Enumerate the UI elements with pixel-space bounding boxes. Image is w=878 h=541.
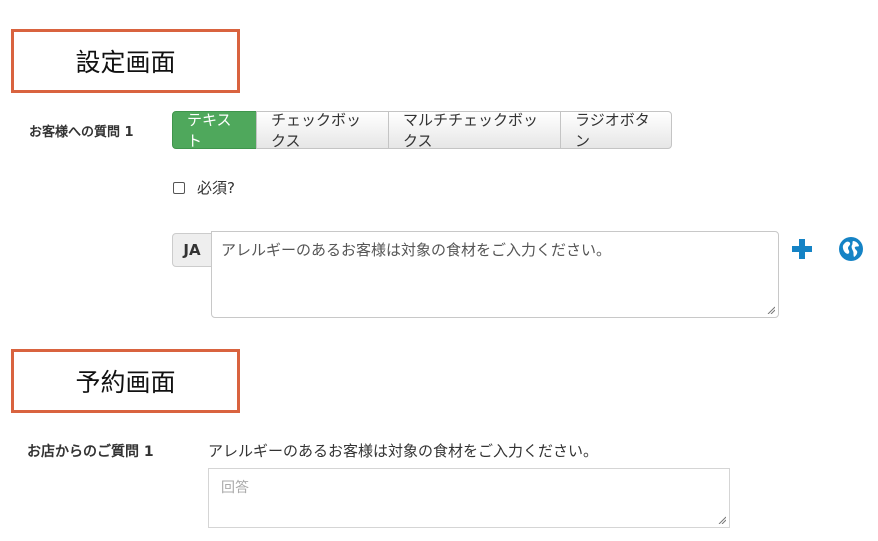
answer-placeholder: 回答: [221, 480, 249, 496]
question-textarea-value: アレルギーのあるお客様は対象の食材をご入力ください。: [221, 241, 612, 259]
question-label: お客様への質問 1: [29, 125, 134, 140]
shop-question-text: アレルギーのあるお客様は対象の食材をご入力ください。: [208, 442, 599, 460]
answer-resize-grip-icon[interactable]: [718, 516, 726, 524]
question-textarea[interactable]: アレルギーのあるお客様は対象の食材をご入力ください。: [211, 231, 779, 318]
required-checkbox[interactable]: [173, 181, 185, 194]
shop-question-label: お店からのご質問 1: [27, 444, 154, 460]
language-tag: JA: [172, 233, 212, 267]
type-checkbox-button[interactable]: チェックボックス: [256, 111, 389, 150]
required-option: 必須?: [173, 177, 235, 198]
required-label: 必須?: [197, 179, 235, 197]
resize-grip-icon[interactable]: [767, 306, 775, 314]
type-multi-checkbox-button[interactable]: マルチチェックボックス: [388, 111, 561, 150]
booking-section-title: 予約画面: [11, 349, 240, 413]
settings-section-title-text: 設定画面: [75, 48, 176, 77]
booking-section-title-text: 予約画面: [75, 368, 176, 397]
page: 設定画面 お客様への質問 1 テキスト チェックボックス マルチチェックボックス…: [0, 0, 878, 541]
type-text-button[interactable]: テキスト: [172, 111, 257, 150]
type-radio-button[interactable]: ラジオボタン: [560, 111, 672, 150]
question-type-group: テキスト チェックボックス マルチチェックボックス ラジオボタン: [172, 111, 672, 150]
translate-button[interactable]: [838, 236, 864, 262]
settings-section-title: 設定画面: [11, 29, 240, 93]
add-question-button[interactable]: [789, 236, 815, 262]
globe-icon: [839, 237, 863, 261]
plus-icon: [792, 239, 812, 259]
answer-textarea[interactable]: 回答: [208, 468, 730, 528]
